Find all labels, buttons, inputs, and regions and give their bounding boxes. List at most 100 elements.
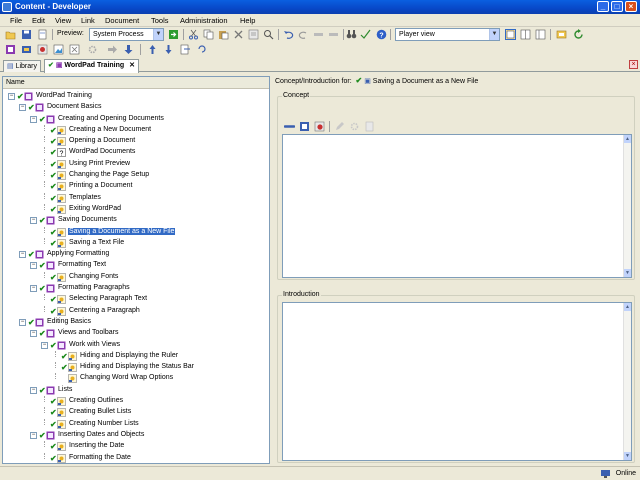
collapse-toggle-icon[interactable]: − [8,93,15,100]
tree-item[interactable]: ✔ Creating a New Document [3,124,269,136]
collapse-toggle-icon[interactable]: − [30,330,37,338]
binoculars-icon[interactable] [346,29,357,40]
tree-item[interactable]: − ✔ Work with Views [3,340,269,351]
properties-icon[interactable] [248,29,259,40]
options-icon[interactable] [556,29,567,40]
collapse-toggle-icon[interactable]: − [19,251,26,259]
find-icon[interactable] [263,29,274,40]
tree-item[interactable]: − ✔ Lists [3,385,269,396]
menu-edit[interactable]: Edit [32,16,45,25]
collapse-toggle-icon[interactable]: − [30,217,37,225]
insert-media-icon[interactable] [314,121,325,132]
record-icon[interactable] [37,44,48,55]
tree-item[interactable]: − ✔ Views and Toolbars [3,328,269,339]
tree-item[interactable]: − ✔ Editing Basics [3,317,269,328]
view-mode-select[interactable]: Player view ▼ [395,28,500,41]
tree-item[interactable]: − ✔ Creating and Opening Documents [3,114,269,125]
tree-item[interactable]: ✔ Printing a Document [3,181,269,192]
menu-help[interactable]: Help [240,16,255,25]
concept-scrollbar[interactable]: ▲ ▼ [623,135,631,277]
preview-select[interactable]: System Process ▼ [89,28,164,41]
tree-item[interactable]: − ✔ Applying Formatting [3,249,269,260]
help-icon[interactable]: ? [376,29,387,40]
settings-icon[interactable] [349,121,360,132]
tree-item[interactable]: ✔ Hiding and Displaying the Status Bar [3,362,269,373]
concept-editor[interactable]: ▲ ▼ [282,134,632,278]
copy-icon[interactable] [203,29,214,40]
book-toolbar-icon[interactable] [5,44,16,55]
open-folder-icon[interactable] [5,29,16,40]
menu-link[interactable]: Link [81,16,95,25]
tree-item[interactable]: ✔ Creating Bullet Lists [3,407,269,418]
tree-item[interactable]: − ✔ Formatting Paragraphs [3,283,269,294]
minimize-button[interactable]: _ [597,1,609,12]
refresh-icon[interactable] [573,29,584,40]
layout-columns-icon[interactable] [535,29,546,40]
move-down-icon[interactable] [163,44,174,55]
collapse-toggle-icon[interactable]: − [30,285,37,293]
tree-item[interactable]: ✔ Inserting the Date [3,441,269,452]
document-icon[interactable] [37,29,48,40]
menu-tools[interactable]: Tools [151,16,169,25]
tree-item[interactable]: ✔ Exiting WordPad [3,203,269,215]
link-icon[interactable] [284,121,295,132]
tree-item[interactable]: ✔ Opening a Document [3,136,269,147]
collapse-toggle-icon[interactable]: − [30,431,37,439]
go-icon[interactable] [168,29,179,40]
insert-image-icon[interactable] [299,121,310,132]
layout-single-icon[interactable] [505,29,516,40]
arrow-right-icon[interactable] [107,44,118,55]
tree-item[interactable]: ✔ Using Print Preview [3,158,269,170]
tree-item[interactable]: ✔ Creating Number Lists [3,418,269,430]
link-icon[interactable] [69,44,80,55]
collapse-toggle-icon[interactable]: − [30,115,37,123]
tree-item[interactable]: − ✔ Inserting Dates and Objects [3,430,269,441]
scroll-down-icon[interactable]: ▼ [624,269,631,277]
edit-pencil-icon[interactable] [334,121,345,132]
tree-item[interactable]: − ✔ Formatting Text [3,260,269,271]
settings-gear-icon[interactable] [87,44,98,55]
menu-administration[interactable]: Administration [180,16,228,25]
scroll-up-icon[interactable]: ▲ [624,135,631,143]
save-icon[interactable] [21,29,32,40]
paste-icon[interactable] [218,29,229,40]
menu-view[interactable]: View [55,16,71,25]
outdent-icon[interactable] [180,44,191,55]
menu-file[interactable]: File [10,16,22,25]
close-panel-button[interactable]: × [629,60,638,69]
notes-icon[interactable] [364,121,375,132]
scroll-up-icon[interactable]: ▲ [624,303,631,311]
tree-item[interactable]: − ✔ WordPad Training [3,91,269,102]
delete-icon[interactable] [233,29,244,40]
move-left-icon[interactable] [313,29,324,40]
close-window-button[interactable]: × [625,1,637,12]
tree-item[interactable]: ✔ Creating Outlines [3,396,269,407]
tree-item[interactable]: ✔? WordPad Documents [3,147,269,158]
tree-item[interactable]: ✔ Templates [3,192,269,204]
collapse-toggle-icon[interactable]: − [41,341,48,349]
layout-split-icon[interactable] [520,29,531,40]
undo-icon[interactable] [283,29,294,40]
tab-library[interactable]: ▤ Library [3,60,41,72]
arrow-down-icon[interactable] [123,44,134,55]
tree-item[interactable]: Changing Word Wrap Options [3,373,269,384]
spell-check-icon[interactable] [360,29,371,40]
tab-wordpad-training[interactable]: ✔ ▣ WordPad Training ✕ [44,59,139,73]
tree-item[interactable]: ✔ Formatting the Date [3,452,269,464]
tree-item[interactable]: ✔ Selecting Paragraph Text [3,294,269,305]
tree-column-header[interactable]: Name [3,77,269,89]
tree-item[interactable]: ✔ Changing Fonts [3,271,269,283]
publish-icon[interactable] [21,44,32,55]
indent-icon[interactable] [196,44,207,55]
cut-icon[interactable] [188,29,199,40]
tree-item[interactable]: ✔ Centering a Paragraph [3,305,269,317]
scroll-down-icon[interactable]: ▼ [624,452,631,460]
collapse-toggle-icon[interactable]: − [30,262,37,270]
introduction-scrollbar[interactable]: ▲ ▼ [623,303,631,460]
collapse-toggle-icon[interactable]: − [19,318,26,326]
collapse-toggle-icon[interactable]: − [19,104,26,112]
tree-item[interactable]: ✔ Saving a Text File [3,237,269,249]
tree-item[interactable]: − ✔ Saving Documents [3,215,269,226]
move-up-icon[interactable] [147,44,158,55]
menu-document[interactable]: Document [105,16,139,25]
